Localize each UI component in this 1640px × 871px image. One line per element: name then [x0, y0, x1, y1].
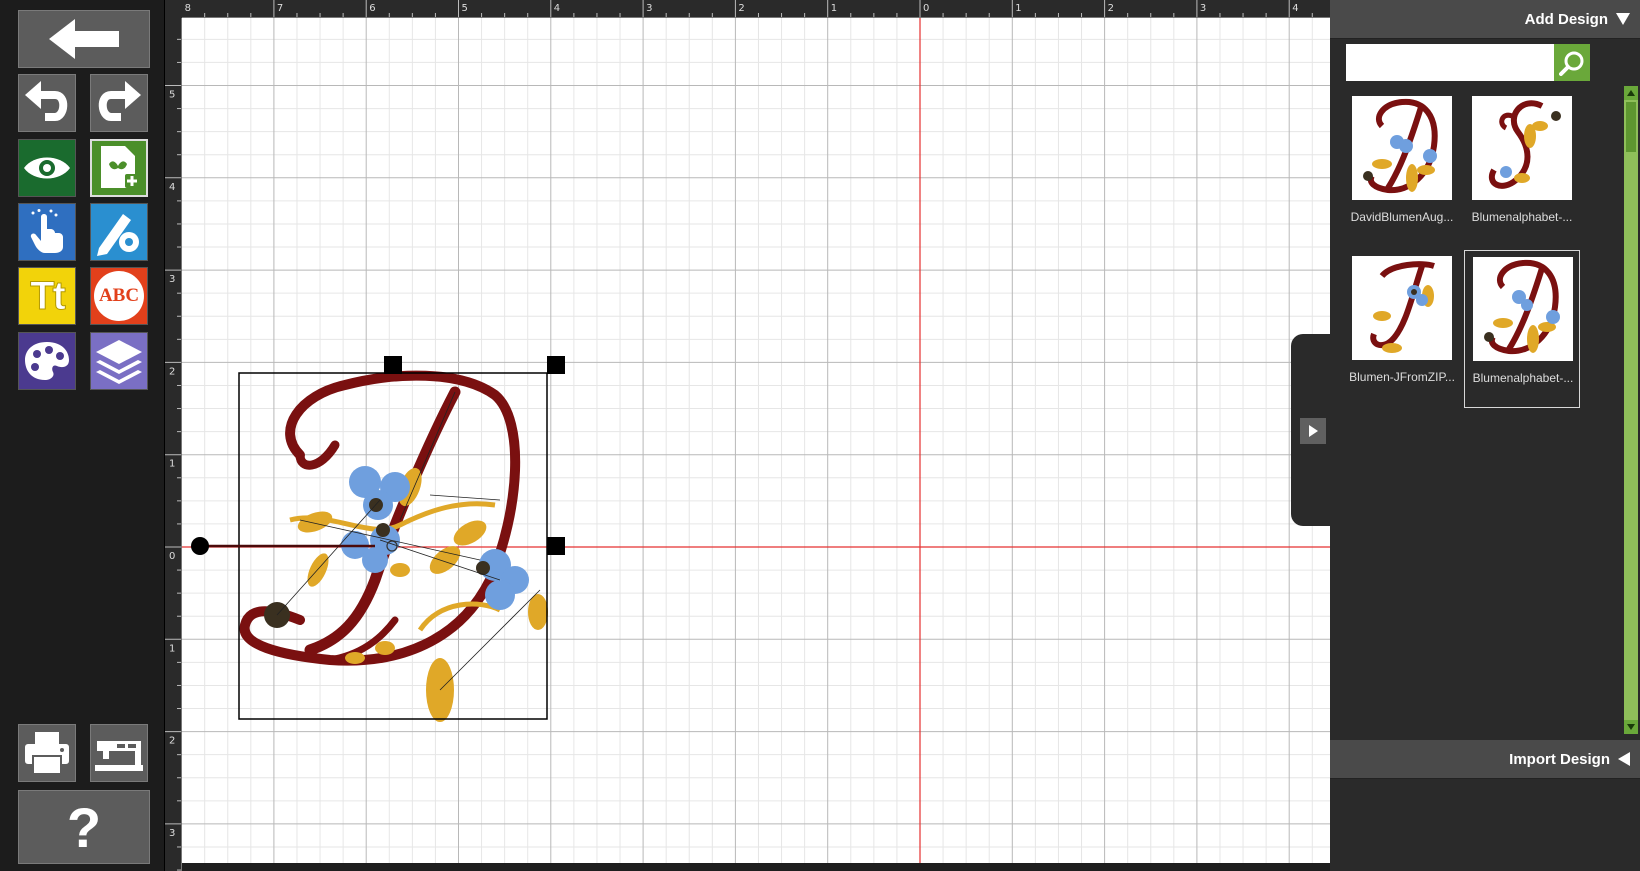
design-name: Blumenalphabet-...	[1472, 371, 1574, 385]
text-button[interactable]: Tt	[18, 267, 76, 325]
undo-button[interactable]	[18, 74, 76, 132]
select-button[interactable]	[18, 203, 76, 261]
ruler-label: 2	[169, 366, 175, 377]
scroll-down-button[interactable]	[1624, 720, 1638, 734]
ruler-label: 4	[1292, 3, 1298, 14]
print-icon	[25, 732, 69, 775]
rotation-handle[interactable]	[191, 537, 209, 555]
redo-button[interactable]	[90, 74, 148, 132]
arrow-up-icon	[1627, 90, 1635, 96]
ruler-label: 4	[169, 182, 175, 193]
grid-minor	[182, 18, 1330, 863]
ruler-label: 3	[1200, 3, 1206, 14]
thumbnail-scrollbar[interactable]	[1624, 86, 1638, 734]
scroll-up-button[interactable]	[1624, 86, 1638, 100]
sewing-machine-icon	[95, 741, 143, 771]
ruler-label: 2	[738, 3, 744, 14]
ruler-label: 3	[169, 274, 175, 285]
add-design-header[interactable]: Add Design	[1330, 0, 1640, 39]
left-ruler: 5 4 3 2 1 0 1 2 3	[165, 18, 182, 871]
eye-icon	[24, 157, 70, 179]
back-button[interactable]	[18, 10, 150, 68]
preview-button[interactable]	[18, 139, 76, 197]
design-canvas[interactable]	[182, 18, 1330, 863]
embroidery-editor-window: Tt ABC ? 8 7 6 5 4 3 2 1 0 1 2 3 4 5 4 3…	[0, 0, 1640, 871]
ruler-label: 6	[369, 3, 375, 14]
grid-major	[182, 18, 1330, 863]
design-thumbnail[interactable]: Blumenalphabet-...	[1464, 90, 1580, 248]
touch-select-icon	[30, 209, 64, 253]
design-thumbnail[interactable]: Blumen-JFromZIP...	[1344, 250, 1460, 408]
add-design-icon	[101, 146, 139, 188]
design-thumbnail[interactable]: DavidBlumenAug...	[1344, 90, 1460, 248]
ruler-label: 4	[554, 3, 560, 14]
add-design-button[interactable]	[90, 139, 148, 197]
design-thumbnail-grid: DavidBlumenAug... Blumenalphabet-... Blu…	[1330, 86, 1620, 734]
send-to-machine-button[interactable]	[90, 724, 148, 782]
ruler-label: 3	[169, 828, 175, 839]
print-button[interactable]	[18, 724, 76, 782]
help-button[interactable]: ?	[18, 790, 150, 864]
design-name: DavidBlumenAug...	[1350, 210, 1454, 224]
undo-icon	[25, 81, 68, 121]
search-box	[1346, 44, 1590, 81]
design-preview-image	[1472, 96, 1572, 200]
palette-icon	[25, 342, 69, 380]
search-button[interactable]	[1554, 44, 1590, 81]
ruler-corner	[165, 0, 182, 18]
ruler-label: 3	[646, 3, 652, 14]
edit-button[interactable]	[90, 203, 148, 261]
triangle-left-icon	[1618, 752, 1630, 766]
scrollbar-thumb[interactable]	[1626, 102, 1636, 152]
monogram-icon: ABC	[94, 271, 144, 321]
add-design-title: Add Design	[1524, 10, 1608, 28]
top-ruler: 8 7 6 5 4 3 2 1 0 1 2 3 4	[182, 0, 1330, 18]
left-toolbar: Tt ABC ?	[0, 0, 165, 871]
ruler-label: 1	[831, 3, 837, 14]
design-thumbnail-selected[interactable]: Blumenalphabet-...	[1464, 250, 1580, 408]
ruler-label: 0	[923, 3, 929, 14]
design-preview-image	[1352, 256, 1452, 360]
design-library-panel: Add Design DavidBlumenAug... Blumenalpha…	[1330, 0, 1640, 871]
arrow-down-icon	[1627, 724, 1635, 730]
ruler-label: 7	[277, 3, 283, 14]
design-name: Blumenalphabet-...	[1471, 210, 1573, 224]
chevron-right-icon	[1309, 425, 1318, 437]
triangle-down-icon	[1616, 13, 1630, 25]
design-preview-image	[1473, 257, 1573, 361]
layers-button[interactable]	[90, 332, 148, 390]
redo-icon	[98, 81, 141, 121]
ruler-label: 1	[169, 459, 175, 470]
ruler-label: 0	[169, 551, 175, 562]
colors-button[interactable]	[18, 332, 76, 390]
resize-handle-top[interactable]	[384, 356, 402, 374]
ruler-label: 1	[1015, 3, 1021, 14]
resize-handle-top-right[interactable]	[547, 356, 565, 374]
ruler-label: 8	[185, 3, 191, 14]
ruler-label: 5	[169, 90, 175, 101]
panel-collapse-button[interactable]	[1300, 418, 1326, 444]
ruler-label: 2	[169, 736, 175, 747]
text-icon: Tt	[30, 273, 67, 318]
layers-icon	[96, 340, 142, 384]
design-preview-image	[1352, 96, 1452, 200]
import-design-header[interactable]: Import Design	[1330, 740, 1640, 779]
back-arrow-icon	[49, 19, 119, 59]
monogram-label: ABC	[98, 285, 140, 306]
edit-gear-icon	[97, 214, 139, 256]
search-input[interactable]	[1346, 44, 1556, 81]
import-design-title: Import Design	[1509, 750, 1610, 768]
resize-handle-right[interactable]	[547, 537, 565, 555]
ruler-label: 5	[462, 3, 468, 14]
monogram-button[interactable]: ABC	[90, 267, 148, 325]
help-icon: ?	[66, 795, 102, 859]
design-name: Blumen-JFromZIP...	[1349, 370, 1455, 384]
ruler-label: 2	[1108, 3, 1114, 14]
search-icon	[1559, 51, 1584, 76]
ruler-label: 1	[169, 643, 175, 654]
